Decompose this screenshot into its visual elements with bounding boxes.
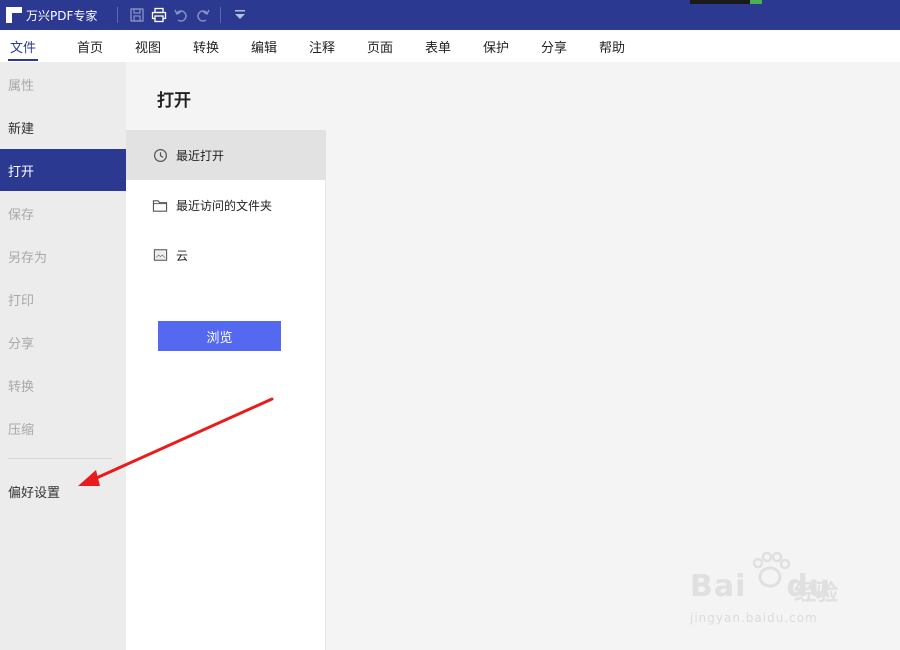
sidebar-item-save[interactable]: 保存 xyxy=(0,193,126,233)
sidebar-item-open[interactable]: 打开 xyxy=(0,149,126,191)
save-icon[interactable] xyxy=(128,6,146,24)
sidebar-item-convert[interactable]: 转换 xyxy=(0,365,126,405)
status-dot xyxy=(750,0,762,4)
watermark-url: jingyan.baidu.com xyxy=(690,611,818,625)
sidebar-item-save-as[interactable]: 另存为 xyxy=(0,236,126,276)
menu-help[interactable]: 帮助 xyxy=(599,37,625,56)
print-icon[interactable] xyxy=(150,6,168,24)
baidu-jingyan-watermark: Bai du 经验 jingyan.baidu.com xyxy=(690,551,860,635)
open-item-label: 云 xyxy=(176,248,189,263)
sidebar-item-preferences[interactable]: 偏好设置 xyxy=(0,471,126,511)
menu-file[interactable]: 文件 xyxy=(7,37,39,61)
open-panel-header xyxy=(126,62,326,130)
app-title: 万兴PDF专家 xyxy=(26,8,98,23)
menu-view[interactable]: 视图 xyxy=(135,37,161,56)
sidebar-item-compress[interactable]: 压缩 xyxy=(0,408,126,448)
open-item-label: 最近打开 xyxy=(176,148,225,163)
title-bar: 万兴PDF专家 xyxy=(0,0,900,30)
folder-icon xyxy=(152,197,168,213)
browse-button[interactable]: 浏览 xyxy=(158,321,281,351)
undo-icon[interactable] xyxy=(172,6,190,24)
dropdown-icon[interactable] xyxy=(231,6,249,24)
menu-edit[interactable]: 编辑 xyxy=(251,37,277,56)
sidebar-divider xyxy=(8,458,112,459)
open-source-list: 最近打开 最近访问的文件夹 云 浏览 xyxy=(126,130,326,650)
menu-form[interactable]: 表单 xyxy=(425,37,451,56)
open-item-recent-folders[interactable]: 最近访问的文件夹 xyxy=(126,180,326,230)
titlebar-divider xyxy=(117,7,119,23)
open-item-recent[interactable]: 最近打开 xyxy=(126,130,326,180)
menu-convert[interactable]: 转换 xyxy=(193,37,219,56)
open-item-cloud[interactable]: 云 xyxy=(126,230,326,280)
open-item-label: 最近访问的文件夹 xyxy=(176,198,273,213)
file-sidebar: 属性 新建 打开 保存 另存为 打印 分享 转换 压缩 偏好设置 xyxy=(0,62,126,650)
menu-bar: 文件 首页 视图 转换 编辑 注释 页面 表单 保护 分享 帮助 xyxy=(0,30,900,62)
app-logo-icon xyxy=(6,7,22,23)
clock-icon xyxy=(152,147,168,163)
cloud-image-icon xyxy=(152,247,168,263)
titlebar-divider xyxy=(220,7,222,23)
sidebar-item-print[interactable]: 打印 xyxy=(0,279,126,319)
watermark-cn: 经验 xyxy=(794,581,839,606)
menu-protect[interactable]: 保护 xyxy=(483,37,509,56)
paw-icon xyxy=(752,551,791,588)
page-title: 打开 xyxy=(157,91,191,111)
menu-share[interactable]: 分享 xyxy=(541,37,567,56)
sidebar-item-new[interactable]: 新建 xyxy=(0,107,126,147)
sidebar-item-share[interactable]: 分享 xyxy=(0,322,126,362)
menu-comment[interactable]: 注释 xyxy=(309,37,335,56)
redo-icon[interactable] xyxy=(194,6,212,24)
sidebar-item-properties[interactable]: 属性 xyxy=(0,64,126,104)
menu-page[interactable]: 页面 xyxy=(367,37,393,56)
menu-home[interactable]: 首页 xyxy=(77,37,103,56)
